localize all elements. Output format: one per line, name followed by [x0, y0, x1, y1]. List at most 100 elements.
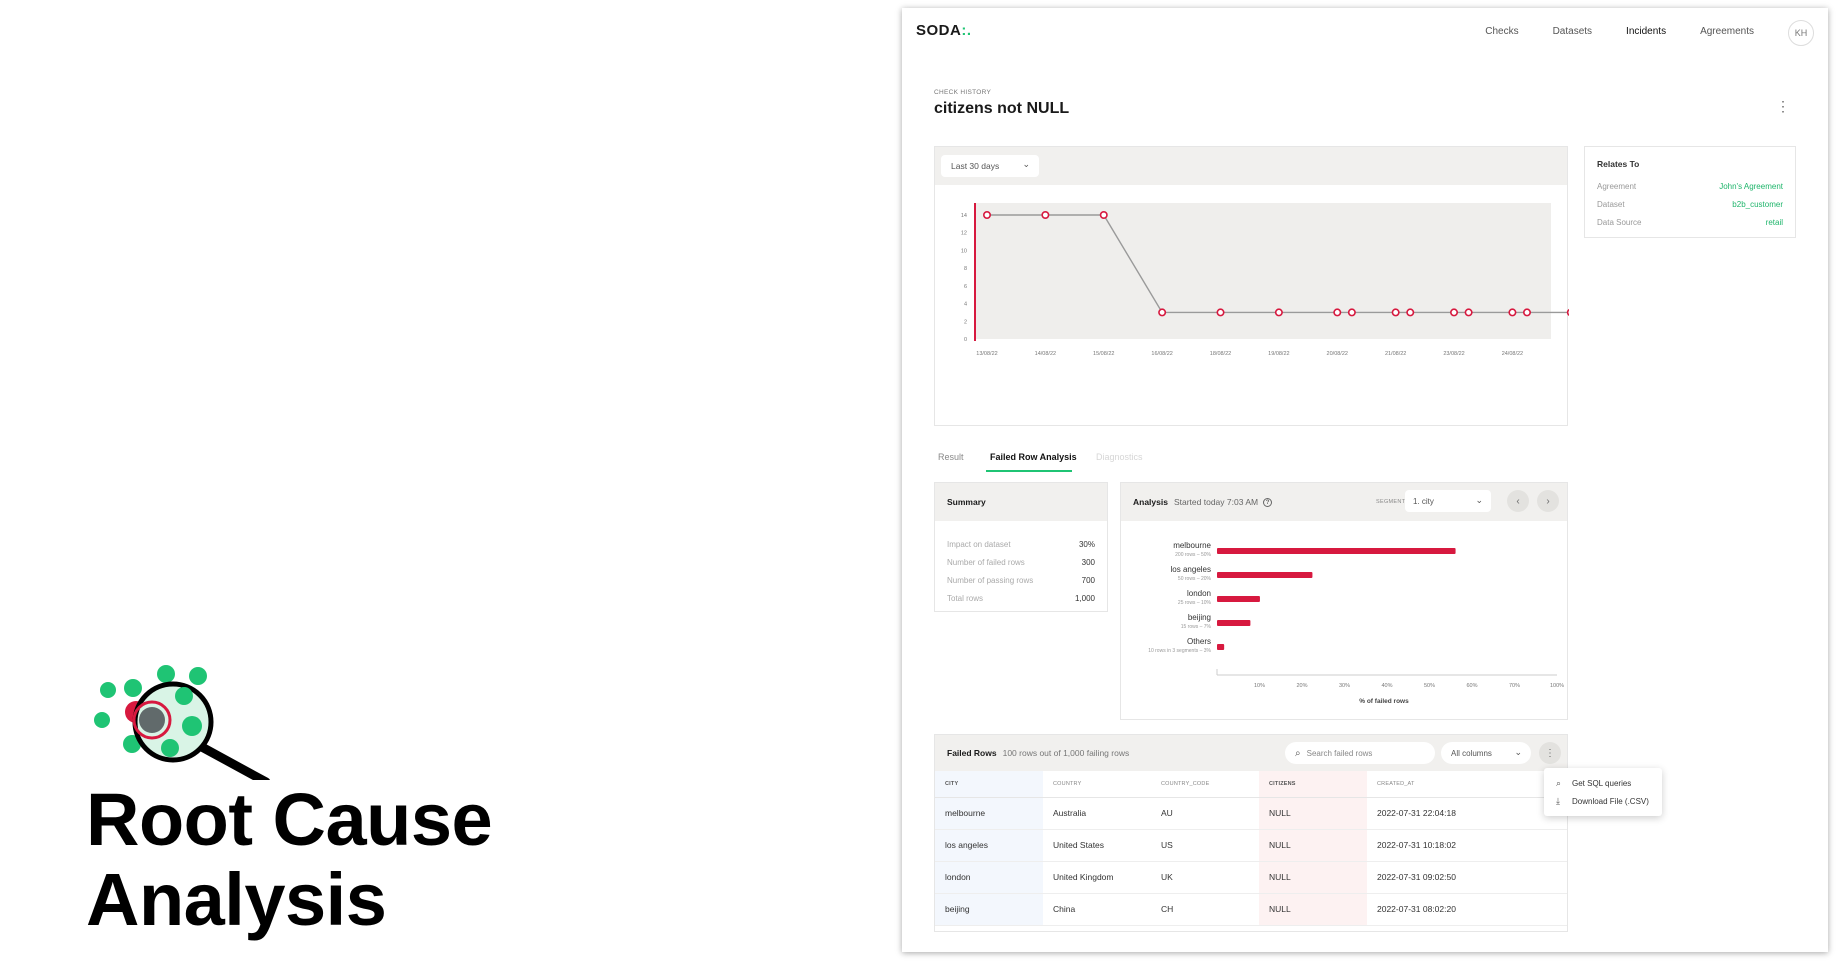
- columns-select[interactable]: All columns ⌄: [1441, 742, 1531, 764]
- data-point: [1508, 308, 1517, 317]
- cell-country-code: CH: [1151, 893, 1259, 926]
- relates-row: Data Source retail: [1597, 213, 1783, 231]
- app-window: SODA:. Checks Datasets Incidents Agreeme…: [902, 8, 1828, 952]
- data-point: [1566, 308, 1569, 316]
- more-vertical-icon[interactable]: ⋮: [1539, 742, 1561, 764]
- y-tick-label: 6: [964, 284, 967, 290]
- result-tabs: Result Failed Row Analysis Diagnostics: [934, 448, 1568, 472]
- more-vertical-icon[interactable]: ⋮: [1776, 98, 1790, 115]
- bar-category-label: beijing: [1188, 613, 1211, 622]
- y-tick-label: 8: [964, 266, 967, 272]
- relates-key: Agreement: [1597, 181, 1637, 191]
- bar-sublabel: 15 rows – 7%: [1181, 624, 1212, 630]
- summary-row: Total rows 1,000: [935, 589, 1107, 607]
- y-tick-label: 12: [961, 231, 967, 237]
- summary-row: Number of passing rows 700: [935, 571, 1107, 589]
- table-row[interactable]: los angeles United States US NULL 2022-0…: [935, 829, 1567, 862]
- agreement-link[interactable]: John's Agreement: [1719, 182, 1783, 191]
- avatar[interactable]: KH: [1788, 20, 1814, 46]
- download-icon: ⤓: [1556, 795, 1560, 806]
- x-tick-label: 60%: [1466, 683, 1477, 689]
- bar-sublabel: 50 rows – 20%: [1178, 576, 1212, 582]
- cell-country: China: [1043, 893, 1151, 926]
- summary-key: Number of failed rows: [947, 557, 1025, 567]
- bar: [1217, 572, 1313, 578]
- failed-rows-bar-chart: melbourne 200 rows – 50% los angeles 50 row…: [1148, 541, 1564, 705]
- cell-city: los angeles: [935, 829, 1043, 862]
- brand-name: SODA: [916, 22, 962, 39]
- hero-title: Root Cause Analysis: [86, 778, 493, 941]
- failed-rows-table: CITY COUNTRY COUNTRY_CODE CITIZENS CREAT…: [935, 771, 1567, 926]
- nav-datasets[interactable]: Datasets: [1553, 26, 1592, 37]
- help-icon[interactable]: ?: [1263, 497, 1273, 507]
- line-chart: 0 2 4 6 8 10 12 14 13/08/22 14/08/22 15/08/22 16/08…: [961, 203, 1569, 357]
- summary-value: 700: [1081, 575, 1095, 585]
- brand-suffix: :.: [961, 22, 972, 39]
- cell-citizens: NULL: [1259, 861, 1367, 894]
- cell-citizens: NULL: [1259, 829, 1367, 862]
- table-row[interactable]: melbourne Australia AU NULL 2022-07-31 2…: [935, 797, 1567, 830]
- search-input[interactable]: ⌕ Search failed rows: [1285, 742, 1435, 764]
- bar-sublabel: 25 rows – 10%: [1178, 600, 1212, 606]
- hero-title-line-2: Analysis: [86, 858, 387, 941]
- data-point: [1216, 308, 1225, 317]
- bar-sublabel: 200 rows – 50%: [1175, 552, 1211, 558]
- search-placeholder: Search failed rows: [1306, 748, 1373, 758]
- date-range-label: Last 30 days: [951, 161, 1000, 171]
- summary-card: Summary Impact on dataset 30% Number of …: [934, 482, 1108, 612]
- failed-rows-count: 100 rows out of 1,000 failing rows: [1002, 748, 1130, 758]
- column-header-country[interactable]: COUNTRY: [1043, 771, 1151, 798]
- tab-failed-row-analysis[interactable]: Failed Row Analysis: [990, 452, 1077, 462]
- x-tick-label: 24/08/22: [1502, 351, 1523, 357]
- relates-key: Dataset: [1597, 199, 1625, 209]
- menu-item-download-csv[interactable]: ⤓ Download File (.CSV): [1544, 792, 1662, 810]
- hero-title-line-1: Root Cause: [86, 778, 493, 861]
- analysis-started: Started today 7:03 AM: [1173, 497, 1259, 507]
- brand-logo[interactable]: SODA:.: [916, 22, 972, 39]
- nav-agreements[interactable]: Agreements: [1700, 26, 1754, 37]
- tab-diagnostics: Diagnostics: [1096, 452, 1143, 462]
- bar-category-label: melbourne: [1173, 541, 1211, 550]
- column-header-citizens[interactable]: CITIZENS: [1259, 771, 1367, 798]
- column-header-created-at[interactable]: CREATED_AT: [1367, 771, 1567, 798]
- menu-item-label: Get SQL queries: [1572, 778, 1632, 788]
- data-point: [982, 210, 991, 219]
- column-header-city[interactable]: CITY: [935, 771, 1043, 798]
- tab-result[interactable]: Result: [938, 452, 964, 462]
- chart-header: Last 30 days ⌄: [935, 147, 1567, 185]
- breadcrumb: CHECK HISTORY: [934, 89, 992, 96]
- summary-row: Impact on dataset 30%: [935, 535, 1107, 553]
- main-nav: Checks Datasets Incidents Agreements: [1485, 26, 1754, 37]
- cell-created-at: 2022-07-31 10:18:02: [1367, 829, 1567, 862]
- data-point: [1333, 308, 1342, 317]
- chevron-left-icon[interactable]: ‹: [1507, 490, 1529, 512]
- table-row[interactable]: london United Kingdom UK NULL 2022-07-31…: [935, 861, 1567, 894]
- search-icon: ⌕: [1556, 777, 1562, 788]
- nav-checks[interactable]: Checks: [1485, 26, 1518, 37]
- cell-country: United Kingdom: [1043, 861, 1151, 894]
- x-tick-label: 20%: [1296, 683, 1307, 689]
- x-tick-label: 10%: [1254, 683, 1265, 689]
- cell-city: london: [935, 861, 1043, 894]
- data-point: [1158, 308, 1167, 317]
- bar-sublabel: 10 rows in 3 segments – 3%: [1148, 648, 1211, 654]
- menu-item-get-sql-queries[interactable]: ⌕ Get SQL queries: [1544, 774, 1662, 792]
- column-header-country-code[interactable]: COUNTRY_CODE: [1151, 771, 1259, 798]
- table-row[interactable]: beijing China CH NULL 2022-07-31 08:02:2…: [935, 893, 1567, 926]
- nav-incidents[interactable]: Incidents: [1626, 26, 1666, 37]
- relates-key: Data Source: [1597, 217, 1642, 227]
- dataset-link[interactable]: b2b_customer: [1732, 200, 1783, 209]
- cell-citizens: NULL: [1259, 893, 1367, 926]
- data-point: [1274, 308, 1283, 317]
- data-source-link[interactable]: retail: [1766, 218, 1783, 227]
- export-menu: ⌕ Get SQL queries ⤓ Download File (.CSV): [1544, 768, 1662, 816]
- segment-value: 1. city: [1413, 496, 1434, 506]
- date-range-select[interactable]: Last 30 days ⌄: [941, 155, 1039, 177]
- search-icon: ⌕: [1295, 747, 1301, 759]
- chevron-right-icon[interactable]: ›: [1537, 490, 1559, 512]
- cell-created-at: 2022-07-31 08:02:20: [1367, 893, 1567, 926]
- x-tick-label: 15/08/22: [1093, 351, 1114, 357]
- segment-select[interactable]: 1. city ⌄: [1405, 490, 1491, 512]
- failed-rows-title: Failed Rows: [947, 748, 997, 758]
- data-point: [1406, 308, 1415, 317]
